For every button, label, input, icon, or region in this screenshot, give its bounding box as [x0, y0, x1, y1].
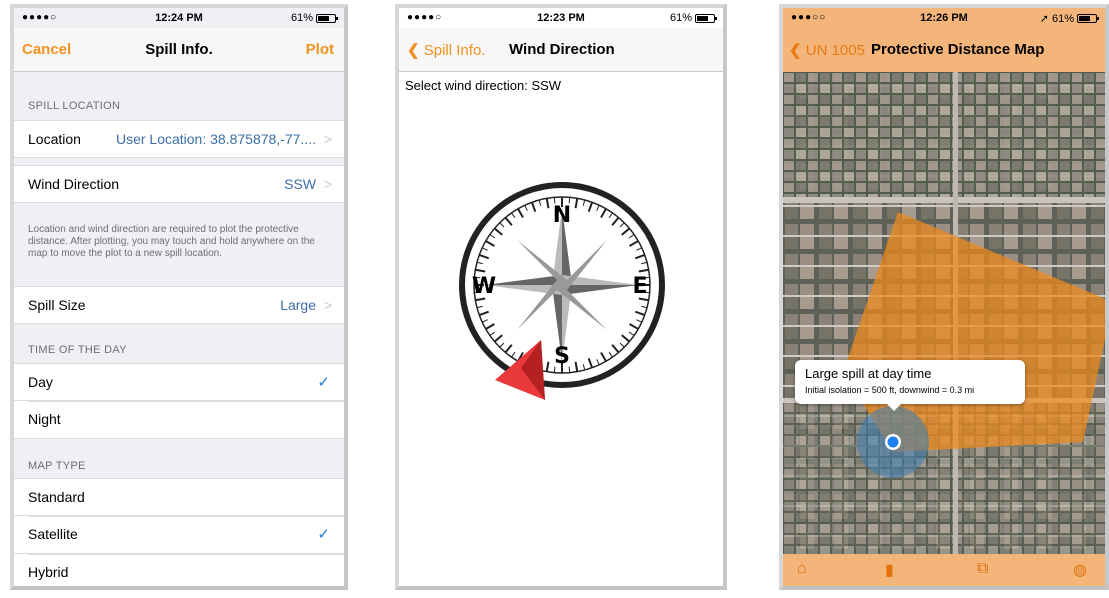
- compass-label-s: S: [554, 344, 570, 369]
- back-button-label: UN 1005: [805, 42, 865, 59]
- spill-size-label: Spill Size: [28, 297, 86, 313]
- time-option-day[interactable]: Day ✓: [14, 363, 344, 401]
- map-option-hybrid[interactable]: Hybrid: [14, 554, 344, 586]
- compass-label-n: N: [553, 203, 571, 228]
- time-option-night[interactable]: Night: [14, 401, 344, 439]
- navigation-bar: Cancel Spill Info. Plot: [14, 28, 344, 72]
- spill-info-screen: ●●●●○ 12:24 PM 61% Cancel Spill Info. Pl…: [10, 4, 348, 590]
- battery-icon: [316, 13, 338, 23]
- page-title: Protective Distance Map: [871, 41, 1045, 58]
- chevron-left-icon: ❮: [407, 42, 420, 59]
- navigation-bar: ❮ UN 1005 Protective Distance Map: [783, 28, 1105, 72]
- spill-size-value: Large: [280, 297, 316, 313]
- battery-icon: [1077, 14, 1099, 23]
- back-button-label: Spill Info.: [423, 42, 486, 59]
- battery-percent: 61%: [1051, 12, 1074, 25]
- back-button[interactable]: ❮ Spill Info.: [407, 41, 485, 59]
- map-option-satellite[interactable]: Satellite ✓: [14, 516, 344, 554]
- map-option-label: Standard: [28, 489, 85, 505]
- chevron-right-icon: >: [323, 131, 332, 147]
- satellite-map-image: [783, 72, 1105, 558]
- layers-icon[interactable]: ⧉: [977, 560, 988, 578]
- time-option-label: Day: [28, 374, 53, 390]
- section-header-map-type: MAP TYPE: [28, 460, 86, 472]
- map-option-label: Satellite: [28, 526, 78, 542]
- callout-detail: Initial isolation = 500 ft, downwind = 0…: [805, 385, 975, 395]
- status-bar: ●●●●○ 12:23 PM 61%: [399, 8, 723, 28]
- battery-indicator: ➚ 61%: [1039, 12, 1099, 25]
- status-bar: ●●●●○ 12:24 PM 61%: [14, 8, 344, 28]
- book-icon[interactable]: ▮: [885, 560, 894, 580]
- battery-indicator: 61%: [669, 12, 717, 24]
- chevron-left-icon: ❮: [789, 42, 802, 59]
- globe-icon[interactable]: ◍: [1073, 560, 1087, 580]
- protective-distance-map-screen: ●●●○○ 12:26 PM ➚ 61% ❮ UN 1005 Protectiv…: [779, 4, 1109, 590]
- instructions-note: Location and wind direction are required…: [28, 224, 315, 259]
- back-button[interactable]: ❮ UN 1005: [789, 41, 865, 59]
- checkmark-icon: ✓: [317, 374, 330, 391]
- plot-button[interactable]: Plot: [306, 41, 334, 58]
- battery-icon: [695, 13, 717, 23]
- spill-callout[interactable]: Large spill at day time Initial isolatio…: [795, 360, 1025, 411]
- location-label: Location: [28, 131, 81, 147]
- battery-percent: 61%: [290, 12, 313, 24]
- navigation-bar: ❮ Spill Info. Wind Direction: [399, 28, 723, 72]
- chevron-right-icon: >: [323, 176, 332, 192]
- wind-direction-row[interactable]: Wind Direction SSW >: [14, 165, 344, 203]
- battery-indicator: 61%: [290, 12, 338, 24]
- page-title: Spill Info.: [145, 41, 213, 58]
- location-arrow-icon: ➚: [1039, 13, 1049, 25]
- battery-percent: 61%: [669, 12, 692, 24]
- satellite-map[interactable]: Large spill at day time Initial isolatio…: [783, 72, 1105, 558]
- location-row[interactable]: Location User Location: 38.875878,-77...…: [14, 120, 344, 158]
- spill-size-row[interactable]: Spill Size Large >: [14, 286, 344, 324]
- wind-direction-value: SSW: [284, 176, 316, 192]
- compass-dial[interactable]: N E S W: [457, 180, 667, 400]
- home-icon[interactable]: ⌂: [797, 560, 807, 578]
- wind-direction-prompt: Select wind direction: SSW: [405, 78, 562, 93]
- compass-label-w: W: [472, 274, 496, 299]
- page-title: Wind Direction: [509, 41, 615, 58]
- checkmark-icon: ✓: [317, 526, 330, 543]
- time-option-label: Night: [28, 411, 61, 427]
- tab-bar: ⌂ ▮ ⧉ ◍: [783, 554, 1105, 586]
- map-option-label: Hybrid: [28, 564, 69, 580]
- wind-direction-label: Wind Direction: [28, 176, 120, 192]
- map-option-standard[interactable]: Standard: [14, 478, 344, 516]
- location-value: User Location: 38.875878,-77....: [115, 131, 316, 147]
- status-bar: ●●●○○ 12:26 PM ➚ 61%: [783, 8, 1105, 28]
- section-header-spill-location: SPILL LOCATION: [28, 100, 121, 112]
- chevron-right-icon: >: [323, 297, 332, 313]
- callout-title: Large spill at day time: [805, 366, 932, 381]
- wind-direction-screen: ●●●●○ 12:23 PM 61% ❮ Spill Info. Wind Di…: [395, 4, 727, 590]
- compass-label-e: E: [632, 274, 647, 299]
- section-header-time-of-day: TIME OF THE DAY: [28, 344, 127, 356]
